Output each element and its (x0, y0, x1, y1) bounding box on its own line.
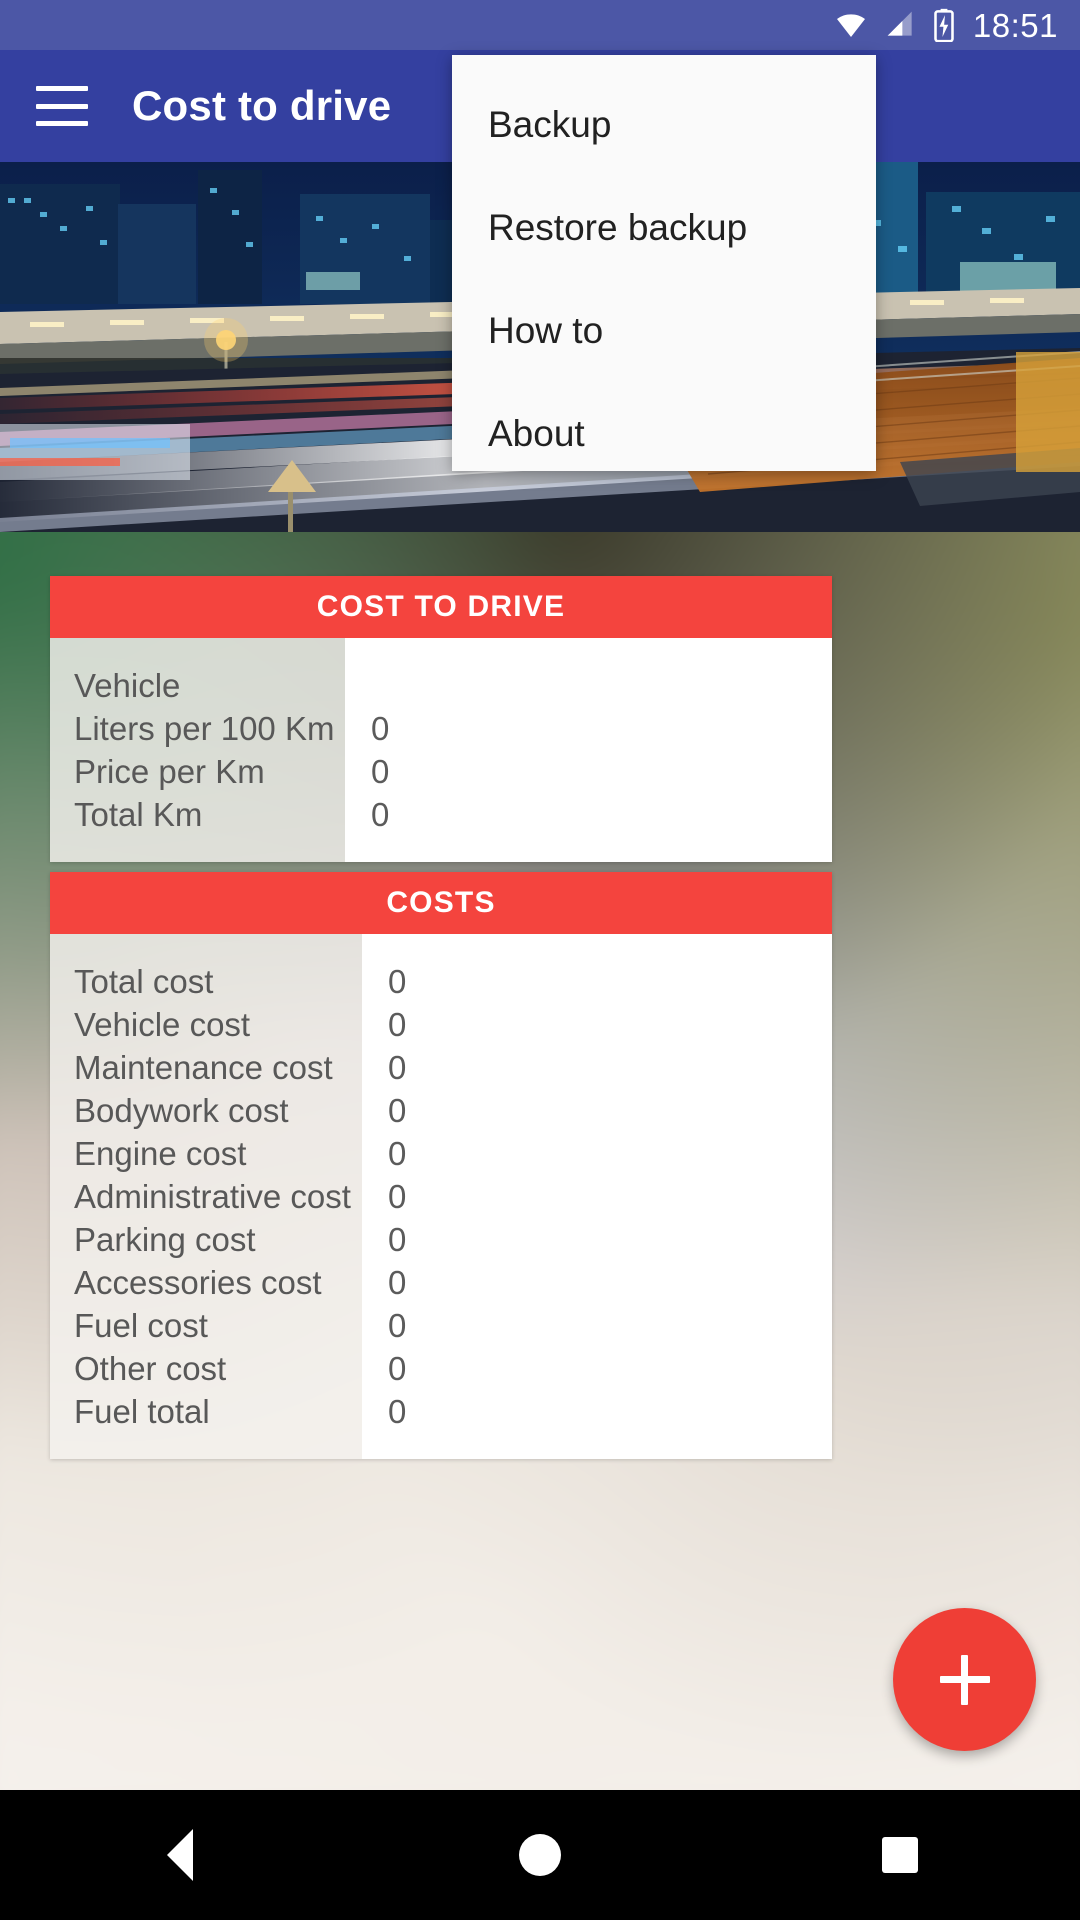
menu-item-restore-backup[interactable]: Restore backup (452, 176, 876, 279)
hamburger-bar (36, 86, 88, 91)
row-label: Engine cost (74, 1135, 247, 1172)
row-value: 0 (388, 1221, 407, 1258)
label-column-costs: Total cost Vehicle cost Maintenance cost… (50, 934, 362, 1459)
cards-container: COST TO DRIVE Vehicle Liters per 100 Km … (0, 532, 1080, 1790)
value-column-costs: 0 0 0 0 0 0 0 0 0 0 0 (362, 934, 832, 1459)
row-value: 0 (388, 1178, 407, 1215)
row-label: Bodywork cost (74, 1092, 289, 1129)
row-label: Total Km (74, 796, 203, 833)
card-header-costs: COSTS (50, 872, 832, 934)
home-circle-icon (519, 1834, 561, 1876)
nav-home-button[interactable] (450, 1790, 630, 1920)
hamburger-bar (36, 103, 88, 109)
battery-charging-icon (934, 8, 954, 42)
row-label: Liters per 100 Km (74, 710, 335, 747)
card-costs[interactable]: COSTS Total cost Vehicle cost Maintenanc… (50, 872, 832, 1459)
plus-icon (961, 1654, 968, 1705)
row-value: 0 (388, 1049, 407, 1086)
add-entry-fab[interactable] (893, 1608, 1036, 1751)
value-column-cost-to-drive: 0 0 0 (345, 638, 832, 862)
row-value: 0 (388, 1393, 407, 1430)
row-label: Administrative cost (74, 1178, 351, 1215)
row-label: Total cost (74, 963, 214, 1000)
row-value: 0 (388, 1135, 407, 1172)
hamburger-bar (36, 121, 88, 126)
row-value: 0 (371, 753, 390, 790)
row-label: Accessories cost (74, 1264, 322, 1301)
row-label: Fuel total (74, 1393, 210, 1430)
row-value: 0 (388, 963, 407, 1000)
row-value: 0 (388, 1350, 407, 1387)
menu-item-how-to[interactable]: How to (452, 279, 876, 382)
nav-recents-button[interactable] (810, 1790, 990, 1920)
row-value: 0 (388, 1092, 407, 1129)
card-body-costs: Total cost Vehicle cost Maintenance cost… (50, 934, 832, 1459)
card-body-cost-to-drive: Vehicle Liters per 100 Km Price per Km T… (50, 638, 832, 862)
status-bar-clock: 18:51 (972, 6, 1058, 44)
card-cost-to-drive[interactable]: COST TO DRIVE Vehicle Liters per 100 Km … (50, 576, 832, 862)
row-label: Vehicle (74, 667, 181, 704)
row-label: Other cost (74, 1350, 227, 1387)
row-value: 0 (388, 1264, 407, 1301)
phone-screen: COST TO DRIVE Vehicle Liters per 100 Km … (0, 0, 1080, 1920)
status-bar: 18:51 (0, 0, 1080, 50)
row-value: 0 (371, 710, 390, 747)
page-title: Cost to drive (132, 82, 392, 129)
nav-back-button[interactable] (90, 1790, 270, 1920)
back-triangle-icon (167, 1829, 193, 1881)
wifi-icon (836, 14, 865, 37)
row-label: Vehicle cost (74, 1006, 251, 1043)
android-navigation-bar (0, 1790, 1080, 1920)
recents-square-icon (882, 1837, 918, 1873)
row-label: Maintenance cost (74, 1049, 333, 1086)
row-label: Fuel cost (74, 1307, 208, 1344)
card-header-cost-to-drive: COST TO DRIVE (50, 576, 832, 638)
row-value: 0 (371, 796, 390, 833)
row-value (371, 664, 832, 707)
row-value: 0 (388, 1006, 407, 1043)
hamburger-menu-icon[interactable] (36, 86, 88, 126)
overflow-menu[interactable]: Backup Restore backup How to About (452, 55, 876, 471)
menu-item-backup[interactable]: Backup (452, 73, 876, 176)
menu-item-about[interactable]: About (452, 382, 876, 485)
row-label: Price per Km (74, 753, 265, 790)
row-label: Parking cost (74, 1221, 256, 1258)
cellular-signal-icon (887, 11, 912, 36)
row-value: 0 (388, 1307, 407, 1344)
label-column-cost-to-drive: Vehicle Liters per 100 Km Price per Km T… (50, 638, 345, 862)
